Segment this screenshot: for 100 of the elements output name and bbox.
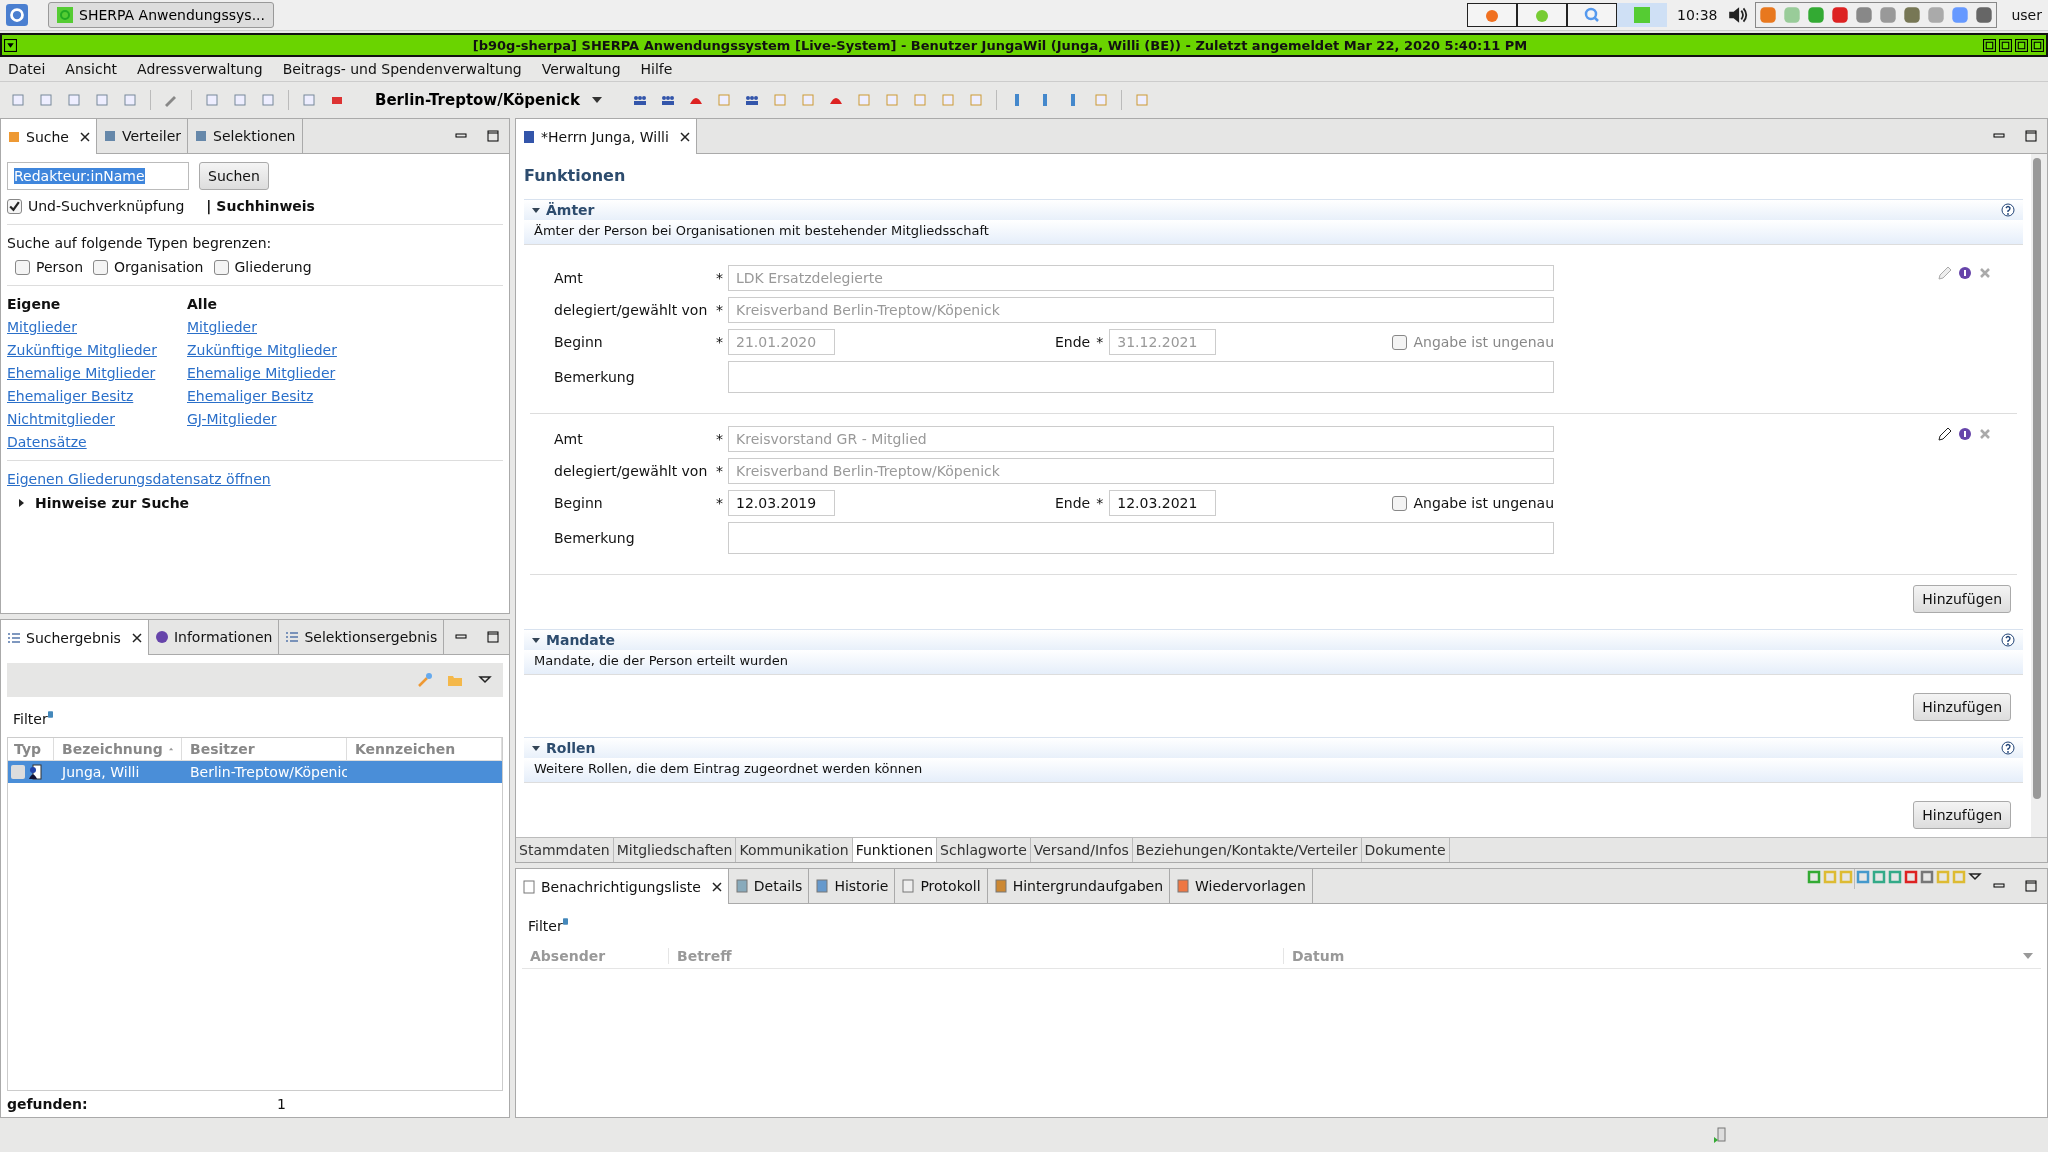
maximize-icon[interactable] [487, 631, 499, 643]
search-link[interactable]: Mitglieder [187, 319, 257, 335]
remark-field[interactable] [728, 361, 1554, 393]
pencil-icon[interactable] [1937, 426, 1953, 442]
page-tab[interactable]: Stammdaten [516, 838, 614, 862]
document-icon[interactable] [939, 92, 956, 108]
close-icon[interactable] [679, 131, 690, 142]
row-checkbox[interactable] [11, 765, 25, 779]
search-link[interactable]: Zukünftige Mitglieder [187, 342, 337, 358]
view-tab[interactable]: Suchergebnis [1, 620, 149, 655]
add-button[interactable]: Hinzufügen [1913, 585, 2011, 613]
sort-icon[interactable] [168, 746, 173, 752]
document-icon[interactable] [855, 92, 872, 108]
section-header[interactable]: Ämter [524, 199, 2023, 220]
search-icon[interactable] [1567, 3, 1618, 27]
open-link[interactable]: Eigenen Gliederungsdatensatz öffnen [7, 471, 271, 487]
search-link[interactable]: Ehemalige Mitglieder [7, 365, 156, 381]
document-icon[interactable] [301, 92, 317, 108]
help-icon[interactable] [2001, 203, 2015, 217]
add-button[interactable]: Hinzufügen [1913, 801, 2011, 829]
search-link[interactable]: Ehemalige Mitglieder [187, 365, 336, 381]
action-icon[interactable] [1806, 869, 1822, 885]
help-icon[interactable] [2001, 741, 2015, 755]
help-icon[interactable] [2001, 633, 2015, 647]
date-field[interactable]: 12.03.2019 [728, 490, 835, 516]
action-icon[interactable] [1871, 869, 1887, 885]
document-icon[interactable] [715, 92, 732, 108]
search-button[interactable]: Suchen [199, 162, 269, 190]
close-icon[interactable] [79, 131, 90, 142]
search-hint-link[interactable]: | Suchhinweis [206, 198, 315, 214]
type-checkbox[interactable]: Person [15, 259, 84, 275]
add-button[interactable]: Hinzufügen [1913, 693, 2011, 721]
column-header[interactable]: Besitzer [182, 738, 347, 760]
window-control-icon[interactable] [2031, 38, 2044, 52]
document-icon[interactable] [967, 92, 984, 108]
collapse-icon[interactable] [532, 744, 540, 752]
document-icon[interactable] [771, 92, 788, 108]
view-tab[interactable]: Suche [1, 119, 97, 154]
taskbar-button[interactable]: SHERPA Anwendungssys... [48, 2, 274, 28]
hints-toggle[interactable]: Hinweise zur Suche [7, 495, 503, 511]
search-link[interactable]: Datensätze [7, 434, 87, 450]
search-link[interactable]: GJ-Mitglieder [187, 411, 277, 427]
page-tab[interactable]: Versand/Infos [1030, 838, 1133, 862]
menu-item[interactable]: Hilfe [640, 61, 673, 77]
action-icon[interactable] [1903, 869, 1919, 885]
document-icon[interactable] [38, 92, 54, 108]
maximize-icon[interactable] [487, 130, 499, 142]
section-header[interactable]: Mandate [524, 629, 2023, 650]
close-icon[interactable] [131, 632, 142, 643]
document-icon[interactable] [883, 92, 900, 108]
view-tab[interactable]: Benachrichtigungsliste [516, 869, 729, 904]
type-checkbox[interactable]: Gliederung [213, 259, 312, 275]
action-icon[interactable] [1855, 869, 1871, 885]
search-link[interactable]: Zukünftige Mitglieder [7, 342, 157, 358]
page-tab[interactable]: Kommunikation [736, 838, 853, 862]
document-icon[interactable] [1092, 92, 1109, 108]
search-link[interactable]: Ehemaliger Besitz [7, 388, 134, 404]
page-tab[interactable]: Mitgliedschaften [613, 838, 737, 862]
window-menu-icon[interactable] [4, 38, 17, 52]
document-icon[interactable] [799, 92, 816, 108]
editor-tab[interactable]: *Herrn Junga, Willi [516, 119, 697, 154]
menu-item[interactable]: Adressverwaltung [137, 61, 263, 77]
action-icon[interactable] [1887, 869, 1903, 885]
document-icon[interactable] [911, 92, 928, 108]
filter-label[interactable]: Filter [13, 711, 53, 727]
search-link[interactable]: Mitglieder [7, 319, 77, 335]
page-tab[interactable]: Beziehungen/Kontakte/Verteiler [1132, 838, 1362, 862]
document-icon[interactable] [260, 92, 276, 108]
maximize-icon[interactable] [2025, 880, 2037, 892]
menu-item[interactable]: Ansicht [65, 61, 118, 77]
collapse-icon[interactable] [532, 206, 540, 214]
organisation-dropdown[interactable]: Berlin-Treptow/Köpenick [369, 90, 608, 110]
remark-field[interactable] [728, 522, 1554, 554]
page-tab[interactable]: Schlagworte [937, 838, 1031, 862]
page-tab[interactable]: Dokumente [1361, 838, 1450, 862]
info-icon[interactable] [1957, 265, 1973, 281]
collapse-icon[interactable] [532, 636, 540, 644]
section-header[interactable]: Rollen [524, 737, 2023, 758]
window-control-icon[interactable] [2015, 38, 2028, 52]
launcher-icon[interactable] [6, 4, 28, 26]
document-icon[interactable] [94, 92, 110, 108]
document-icon[interactable] [232, 92, 248, 108]
window-control-icon[interactable] [1983, 38, 1996, 52]
column-header[interactable]: Kennzeichen [347, 738, 502, 760]
document-icon[interactable] [1133, 92, 1150, 108]
column-header[interactable]: Bezeichnung [54, 738, 182, 760]
menu-item[interactable]: Beitrags- und Spendenverwaltung [282, 61, 522, 77]
page-tab[interactable]: Funktionen [852, 838, 938, 862]
document-icon[interactable] [122, 92, 138, 108]
document-icon[interactable] [204, 92, 220, 108]
and-checkbox[interactable]: Und-Suchverknüpfung [7, 198, 185, 214]
date-field[interactable]: 12.03.2021 [1109, 490, 1217, 516]
scrollbar[interactable] [2031, 154, 2047, 837]
menu-item[interactable]: Datei [8, 61, 46, 77]
caret-icon[interactable] [591, 97, 602, 103]
document-icon[interactable] [10, 92, 26, 108]
search-field[interactable]: Redakteur:inName [7, 162, 189, 190]
close-icon[interactable] [711, 881, 722, 892]
menu-item[interactable]: Verwaltung [541, 61, 621, 77]
column-header[interactable]: Typ [8, 738, 54, 760]
